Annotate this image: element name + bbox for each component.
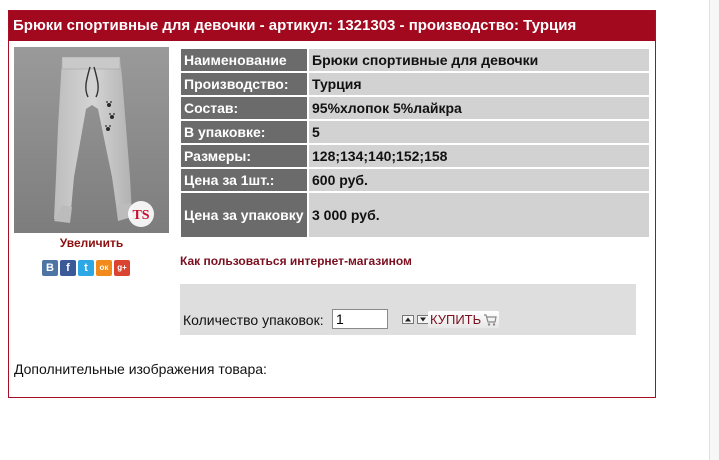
twitter-icon[interactable]: t	[78, 260, 94, 276]
property-row: Размеры: 128;134;140;152;158	[181, 145, 649, 167]
property-row: Производство: Турция	[181, 73, 649, 95]
brand-logo-icon: TS	[128, 201, 154, 227]
property-row: Наименование Брюки спортивные для девочки	[181, 49, 649, 71]
buy-button[interactable]: КУПИТЬ	[428, 311, 500, 328]
property-row: В упаковке: 5	[181, 121, 649, 143]
property-key: Наименование	[181, 49, 307, 71]
quantity-increase-button[interactable]	[402, 315, 414, 324]
product-card: Брюки спортивные для девочки - артикул: …	[8, 10, 656, 398]
property-key: Цена за 1шт.:	[181, 169, 307, 191]
buy-button-label: КУПИТЬ	[430, 312, 482, 327]
product-properties-table: Наименование Брюки спортивные для девочки…	[179, 47, 651, 239]
facebook-icon[interactable]: f	[60, 260, 76, 276]
order-box: Количество упаковок: КУПИТЬ	[180, 284, 636, 335]
arrow-up-icon	[405, 317, 411, 322]
property-row: Состав: 95%хлопок 5%лайкра	[181, 97, 649, 119]
property-key: Производство:	[181, 73, 307, 95]
odnoklassniki-icon[interactable]: ок	[96, 260, 112, 276]
property-key: Размеры:	[181, 145, 307, 167]
vk-icon[interactable]: В	[42, 260, 58, 276]
howto-link[interactable]: Как пользоваться интернет-магазином	[180, 254, 412, 268]
property-row: Цена за 1шт.: 600 руб.	[181, 169, 649, 191]
sweatpants-image: TS	[14, 47, 169, 233]
svg-text:TS: TS	[132, 208, 149, 223]
product-photo[interactable]: TS	[14, 47, 169, 233]
arrow-down-icon	[420, 317, 426, 322]
property-value: 128;134;140;152;158	[309, 145, 649, 167]
google-plus-icon[interactable]: g+	[114, 260, 130, 276]
quantity-label: Количество упаковок:	[183, 312, 324, 328]
page-edge	[709, 0, 719, 460]
property-value: 600 руб.	[309, 169, 649, 191]
property-value: Турция	[309, 73, 649, 95]
property-value: 5	[309, 121, 649, 143]
property-key: Цена за упаковку	[181, 193, 307, 237]
property-value: 3 000 руб.	[309, 193, 649, 237]
additional-images-label: Дополнительные изображения товара:	[14, 361, 267, 377]
property-key: В упаковке:	[181, 121, 307, 143]
property-value: Брюки спортивные для девочки	[309, 49, 649, 71]
product-title: Брюки спортивные для девочки - артикул: …	[9, 11, 655, 41]
share-buttons: Вf t ок g+	[42, 260, 130, 276]
zoom-link[interactable]: Увеличить	[14, 236, 169, 250]
property-row: Цена за упаковку 3 000 руб.	[181, 193, 649, 237]
property-value: 95%хлопок 5%лайкра	[309, 97, 649, 119]
property-key: Состав:	[181, 97, 307, 119]
cart-icon	[484, 313, 497, 326]
quantity-input[interactable]	[332, 309, 388, 329]
